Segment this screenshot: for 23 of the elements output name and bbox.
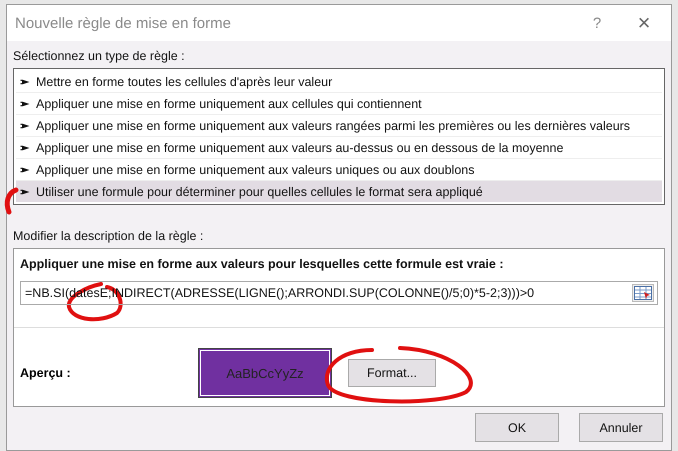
format-button[interactable]: Format... bbox=[348, 359, 436, 387]
arrow-icon bbox=[20, 122, 30, 128]
arrow-icon bbox=[20, 144, 30, 150]
range-select-icon[interactable] bbox=[632, 284, 654, 302]
arrow-icon bbox=[20, 188, 30, 194]
description-label: Modifier la description de la règle : bbox=[13, 229, 204, 243]
rule-type-item[interactable]: Appliquer une mise en forme uniquement aux valeurs rangées parmi les premières ou les dernières valeurs bbox=[16, 115, 662, 137]
rule-type-item[interactable]: Appliquer une mise en forme uniquement aux valeurs au-dessus ou en dessous de la moyenne bbox=[16, 137, 662, 159]
format-preview: AaBbCcYyZz bbox=[198, 348, 332, 398]
dialog-button[interactable]: Annuler bbox=[579, 413, 663, 442]
arrow-icon bbox=[20, 166, 30, 172]
arrow-icon bbox=[20, 78, 30, 84]
window-title: Nouvelle règle de mise en forme bbox=[15, 14, 232, 32]
rule-type-item[interactable]: Mettre en forme toutes les cellules d'après leur valeur bbox=[16, 71, 662, 93]
rule-type-label: Sélectionnez un type de règle : bbox=[13, 49, 186, 63]
rule-type-item[interactable]: Appliquer une mise en forme uniquement aux cellules qui contiennent bbox=[16, 93, 662, 115]
rule-type-item[interactable]: Utiliser une formule pour déterminer pour quelles cellules le format sera appliqué bbox=[16, 181, 662, 202]
formula-heading: Appliquer une mise en forme aux valeurs pour lesquelles cette formule est vraie : bbox=[20, 257, 504, 271]
close-button[interactable]: × bbox=[617, 9, 671, 37]
arrow-icon bbox=[20, 100, 30, 106]
annotation-bracket bbox=[4, 188, 18, 214]
dialog-button[interactable]: OK bbox=[475, 413, 559, 442]
preview-label: Aperçu : bbox=[20, 366, 72, 380]
